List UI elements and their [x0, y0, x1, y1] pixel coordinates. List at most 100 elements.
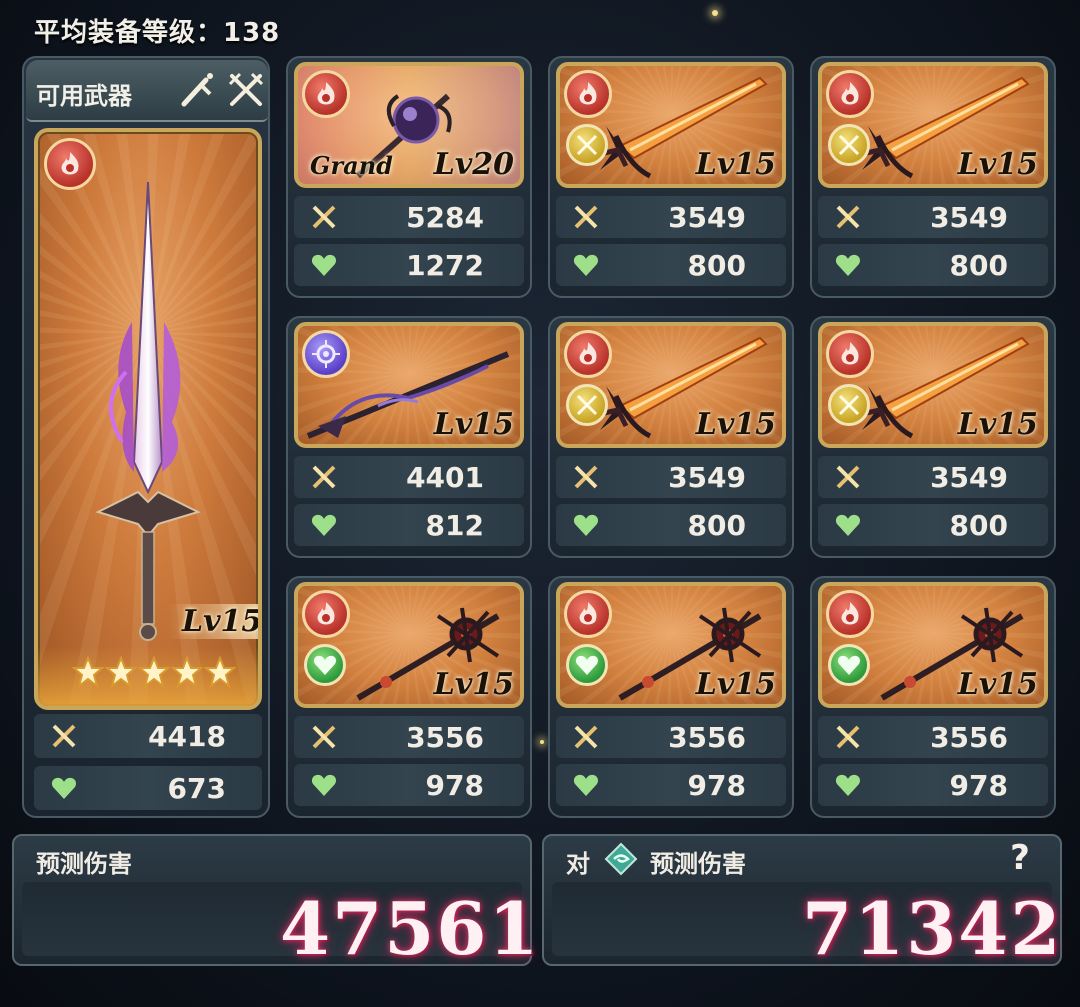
weapon-card[interactable]: Grand Lv20 5284 1272	[286, 56, 532, 298]
weapon-hp-value: 978	[949, 769, 1008, 802]
help-button[interactable]: ?	[1000, 838, 1040, 878]
weapon-hp-row: 978	[818, 764, 1048, 806]
weapon-card[interactable]: Lv15 3549 800	[810, 56, 1056, 298]
attack-icon	[836, 725, 860, 749]
attack-icon	[574, 465, 598, 489]
weapon-hp-row: 800	[556, 504, 786, 546]
hp-heart-icon	[573, 774, 599, 796]
weapon-hp-value: 800	[687, 509, 746, 542]
weapon-atk-value: 3549	[930, 201, 1008, 234]
hp-heart-icon	[835, 514, 861, 536]
weapon-art: Lv15	[556, 62, 786, 188]
attack-icon	[312, 725, 336, 749]
sparkle	[712, 10, 718, 16]
predicted-damage-value: 47561	[280, 886, 541, 971]
attack-up-icon	[828, 384, 870, 426]
fire-element-icon	[564, 70, 612, 118]
available-weapons-label: 可用武器	[36, 82, 132, 110]
attack-up-icon	[828, 124, 870, 166]
star-icon	[72, 656, 104, 688]
weapon-atk-row: 4401	[294, 456, 524, 498]
weapon-atk-value: 5284	[406, 201, 484, 234]
star-icon	[204, 656, 236, 688]
hp-heart-icon	[835, 774, 861, 796]
vs-predicted-damage-panel: 对 预测伤害 ? 71342	[542, 834, 1062, 971]
grand-label: Grand	[310, 151, 393, 180]
weapon-hp-row: 800	[556, 244, 786, 286]
fire-element-icon	[826, 70, 874, 118]
weapon-art: Lv15	[818, 582, 1048, 708]
weapon-atk-row: 3549	[556, 456, 786, 498]
sparkle	[540, 740, 544, 744]
weapon-atk-value: 4401	[406, 461, 484, 494]
fire-element-icon	[564, 330, 612, 378]
hp-up-icon	[828, 644, 870, 686]
weapon-card[interactable]: Lv15 3556 978	[548, 576, 794, 818]
weapon-level: Lv15	[957, 147, 1038, 182]
weapon-card[interactable]: Lv15 3549 800	[810, 316, 1056, 558]
vs-predicted-damage-value: 71342	[802, 886, 1063, 971]
vs-prefix-label: 对	[566, 850, 590, 878]
attack-icon	[574, 725, 598, 749]
weapon-art: Lv15	[556, 582, 786, 708]
hp-heart-icon	[311, 254, 337, 276]
fire-element-icon	[44, 138, 96, 190]
available-weapons-tab[interactable]: 可用武器	[26, 60, 268, 122]
attack-up-icon	[566, 124, 608, 166]
weapon-level: Lv15	[433, 667, 514, 702]
weapon-atk-value: 3556	[668, 721, 746, 754]
predicted-damage-label: 预测伤害	[36, 850, 132, 878]
attack-icon	[312, 465, 336, 489]
hp-heart-icon	[51, 777, 77, 799]
attack-icon	[836, 205, 860, 229]
weapon-atk-row: 3549	[818, 196, 1048, 238]
main-weapon-level: Lv15	[168, 604, 258, 639]
weapon-level: Lv15	[695, 667, 776, 702]
attack-icon	[574, 205, 598, 229]
weapon-card[interactable]: Lv15 3556 978	[810, 576, 1056, 818]
weapon-hp-value: 800	[687, 249, 746, 282]
hp-up-icon	[566, 644, 608, 686]
hp-heart-icon	[311, 514, 337, 536]
weapon-hp-row: 812	[294, 504, 524, 546]
weapon-atk-value: 3556	[406, 721, 484, 754]
fire-element-icon	[302, 590, 350, 638]
weapon-level: Lv15	[695, 147, 776, 182]
hp-heart-icon	[573, 254, 599, 276]
weapon-art: Lv15	[294, 582, 524, 708]
main-weapon-card[interactable]: Lv15	[34, 128, 262, 710]
weapon-card[interactable]: Lv15 4401 812	[286, 316, 532, 558]
attack-icon	[312, 205, 336, 229]
weapon-card[interactable]: Lv15 3549 800	[548, 316, 794, 558]
weapon-level: Lv20	[433, 147, 514, 182]
predicted-damage-panel: 预测伤害 47561	[12, 834, 539, 971]
fire-element-icon	[826, 590, 874, 638]
weapon-art: Lv15	[818, 322, 1048, 448]
fire-element-icon	[302, 70, 350, 118]
weapon-hp-row: 800	[818, 244, 1048, 286]
weapon-hp-row: 978	[294, 764, 524, 806]
star-icon	[171, 656, 203, 688]
weapon-hp-value: 800	[949, 509, 1008, 542]
weapon-card[interactable]: Lv15 3556 978	[286, 576, 532, 818]
weapon-atk-value: 3549	[668, 201, 746, 234]
hp-up-icon	[304, 644, 346, 686]
weapon-hp-value: 1272	[406, 249, 484, 282]
weapon-level: Lv15	[433, 407, 514, 442]
attack-up-icon	[566, 384, 608, 426]
star-icon	[105, 656, 137, 688]
weapon-art: Lv15	[818, 62, 1048, 188]
weapon-level: Lv15	[695, 407, 776, 442]
weapon-hp-value: 978	[687, 769, 746, 802]
hp-heart-icon	[573, 514, 599, 536]
weapon-card[interactable]: Lv15 3549 800	[548, 56, 794, 298]
weapon-atk-row: 3556	[818, 716, 1048, 758]
vs-predicted-damage-label: 预测伤害	[650, 850, 746, 878]
average-equip-level: 平均装备等级：138	[34, 18, 281, 48]
main-hp-row: 673	[34, 766, 262, 810]
fire-element-icon	[826, 330, 874, 378]
weapon-art: Lv15	[556, 322, 786, 448]
weapon-hp-value: 800	[949, 249, 1008, 282]
weapon-atk-row: 3556	[556, 716, 786, 758]
weapon-level: Lv15	[957, 407, 1038, 442]
